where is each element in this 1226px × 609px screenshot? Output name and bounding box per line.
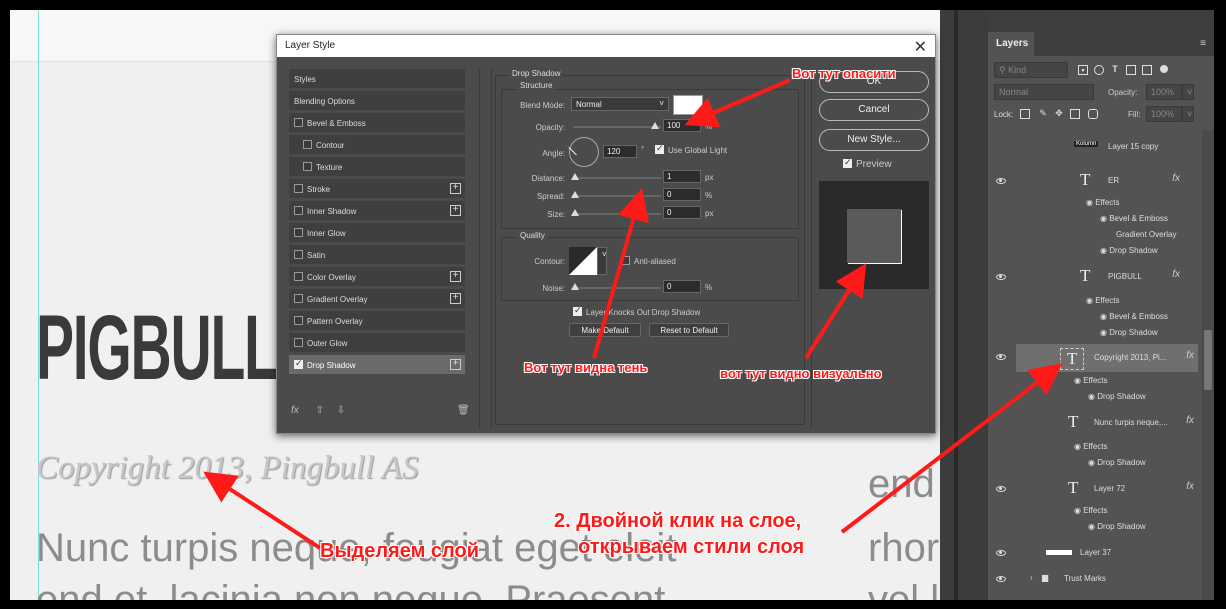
- annotation-select-layer: Выделяем слой: [320, 540, 480, 562]
- arrow-shadow: [592, 188, 649, 359]
- arrow-visual: [804, 263, 867, 360]
- arrow-opacity: [684, 78, 791, 128]
- annotation-opacity: Вот тут опасити: [792, 66, 896, 81]
- annotation-visual: вот тут видно визуально: [720, 366, 882, 381]
- annotation-double-click-line2: открываем стили слоя: [578, 536, 805, 558]
- annotation-shadow: Вот тут видна тень: [524, 360, 648, 375]
- arrow-double-click: [840, 363, 1063, 534]
- arrow-select-layer: [203, 471, 322, 550]
- annotation-double-click-line1: 2. Двойной клик на слое,: [554, 510, 802, 532]
